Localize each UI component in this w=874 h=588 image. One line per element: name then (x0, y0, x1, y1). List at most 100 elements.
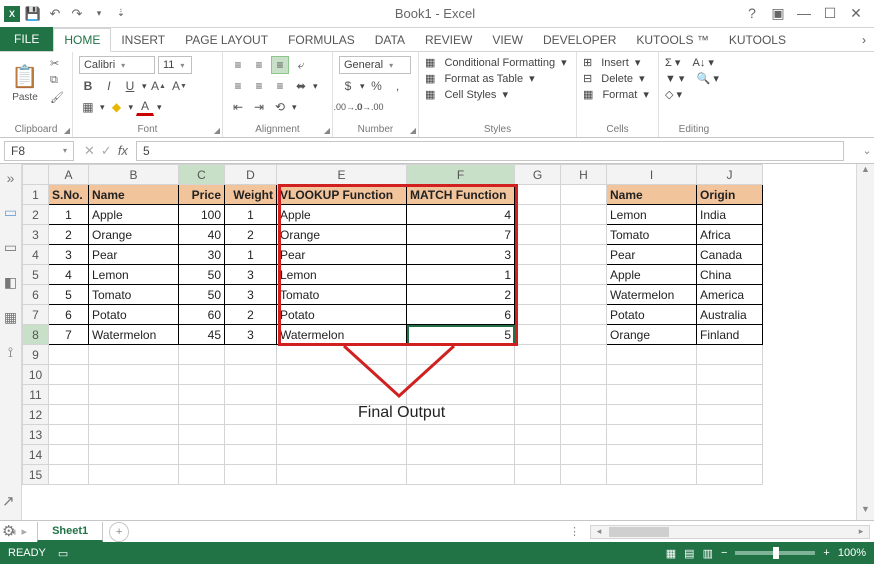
cell-B6[interactable]: Tomato (89, 285, 179, 305)
cell-A9[interactable] (49, 345, 89, 365)
cell-G11[interactable] (515, 385, 561, 405)
cell-C14[interactable] (179, 445, 225, 465)
fill-color-icon[interactable]: ◆ (108, 98, 126, 116)
col-header-C[interactable]: C (179, 165, 225, 185)
cell-H14[interactable] (561, 445, 607, 465)
row-header-12[interactable]: 12 (23, 405, 49, 425)
cell-F5[interactable]: 1 (407, 265, 515, 285)
cell-I3[interactable]: Tomato (607, 225, 697, 245)
cell-J6[interactable]: America (697, 285, 763, 305)
underline-button[interactable]: U (121, 77, 139, 95)
cell-B10[interactable] (89, 365, 179, 385)
tab-formulas[interactable]: FORMULAS (278, 29, 365, 51)
cell-D8[interactable]: 3 (225, 325, 277, 345)
cell-F9[interactable] (407, 345, 515, 365)
cell-C12[interactable] (179, 405, 225, 425)
dialog-launcher-icon[interactable]: ◢ (214, 126, 220, 135)
cell-E2[interactable]: Apple (277, 205, 407, 225)
redo-icon[interactable]: ↷ (68, 5, 86, 23)
cell-F15[interactable] (407, 465, 515, 485)
cell-A6[interactable]: 5 (49, 285, 89, 305)
cell-G3[interactable] (515, 225, 561, 245)
cell-A12[interactable] (49, 405, 89, 425)
tab-pagelayout[interactable]: PAGE LAYOUT (175, 29, 278, 51)
cell-C1[interactable]: Price (179, 185, 225, 205)
cell-H6[interactable] (561, 285, 607, 305)
cell-H10[interactable] (561, 365, 607, 385)
cut-icon[interactable]: ✂ (48, 56, 66, 71)
cell-C3[interactable]: 40 (179, 225, 225, 245)
col-header-H[interactable]: H (561, 165, 607, 185)
cell-J2[interactable]: India (697, 205, 763, 225)
row-header-2[interactable]: 2 (23, 205, 49, 225)
sort-filter-icon[interactable]: A↓ ▾ (692, 56, 713, 69)
col-header-A[interactable]: A (49, 165, 89, 185)
pane-icon-1[interactable]: ▭ (4, 204, 17, 221)
cell-I6[interactable]: Watermelon (607, 285, 697, 305)
cell-B8[interactable]: Watermelon (89, 325, 179, 345)
cell-H9[interactable] (561, 345, 607, 365)
shrink-font-icon[interactable]: A▼ (171, 77, 189, 95)
cell-G4[interactable] (515, 245, 561, 265)
cell-H4[interactable] (561, 245, 607, 265)
undo-icon[interactable]: ↶ (46, 5, 64, 23)
cell-I1[interactable]: Name (607, 185, 697, 205)
col-header-I[interactable]: I (607, 165, 697, 185)
cell-B15[interactable] (89, 465, 179, 485)
spreadsheet-grid[interactable]: ABCDEFGHIJ1S.No.NamePriceWeightVLOOKUP F… (22, 164, 856, 520)
formula-input[interactable]: 5 (136, 141, 844, 161)
cell-F13[interactable] (407, 425, 515, 445)
zoom-level[interactable]: 100% (838, 547, 866, 559)
fill-icon[interactable]: ▼ ▾ (665, 72, 684, 85)
grow-font-icon[interactable]: A▲ (150, 77, 168, 95)
cell-B14[interactable] (89, 445, 179, 465)
row-header-10[interactable]: 10 (23, 365, 49, 385)
cell-A14[interactable] (49, 445, 89, 465)
cell-H1[interactable] (561, 185, 607, 205)
cell-G7[interactable] (515, 305, 561, 325)
cell-B12[interactable] (89, 405, 179, 425)
cell-A3[interactable]: 2 (49, 225, 89, 245)
col-header-B[interactable]: B (89, 165, 179, 185)
dialog-launcher-icon[interactable]: ◢ (410, 126, 416, 135)
dialog-launcher-icon[interactable]: ◢ (64, 126, 70, 135)
cell-I9[interactable] (607, 345, 697, 365)
qat-overflow-icon[interactable]: ⇣ (112, 5, 130, 23)
save-icon[interactable]: 💾 (24, 5, 42, 23)
cell-F6[interactable]: 2 (407, 285, 515, 305)
row-header-15[interactable]: 15 (23, 465, 49, 485)
cell-A13[interactable] (49, 425, 89, 445)
zoom-in-icon[interactable]: + (823, 547, 829, 559)
tab-overflow-icon[interactable]: › (852, 29, 874, 51)
row-header-3[interactable]: 3 (23, 225, 49, 245)
cell-G1[interactable] (515, 185, 561, 205)
cell-A1[interactable]: S.No. (49, 185, 89, 205)
cell-D3[interactable]: 2 (225, 225, 277, 245)
add-sheet-button[interactable]: + (109, 522, 129, 542)
cell-I4[interactable]: Pear (607, 245, 697, 265)
cell-B3[interactable]: Orange (89, 225, 179, 245)
cell-I8[interactable]: Orange (607, 325, 697, 345)
wrap-text-icon[interactable]: ⤶ (292, 56, 310, 74)
cell-G9[interactable] (515, 345, 561, 365)
cell-B2[interactable]: Apple (89, 205, 179, 225)
cell-A2[interactable]: 1 (49, 205, 89, 225)
cell-F4[interactable]: 3 (407, 245, 515, 265)
cell-E11[interactable] (277, 385, 407, 405)
tab-review[interactable]: REVIEW (415, 29, 482, 51)
cell-J7[interactable]: Australia (697, 305, 763, 325)
cell-I10[interactable] (607, 365, 697, 385)
copy-icon[interactable]: ⧉ (48, 73, 66, 88)
tab-kutoolstm[interactable]: KUTOOLS ™ (626, 29, 718, 51)
cell-C4[interactable]: 30 (179, 245, 225, 265)
cell-F1[interactable]: MATCH Function (407, 185, 515, 205)
row-header-9[interactable]: 9 (23, 345, 49, 365)
tab-developer[interactable]: DEVELOPER (533, 29, 626, 51)
cell-E5[interactable]: Lemon (277, 265, 407, 285)
view-normal-icon[interactable]: ▦ (666, 547, 676, 560)
expand-formula-bar-icon[interactable]: ⌄ (860, 144, 874, 157)
row-header-7[interactable]: 7 (23, 305, 49, 325)
cell-F8[interactable]: 5 (407, 325, 515, 345)
zoom-out-icon[interactable]: − (721, 547, 727, 559)
cell-G15[interactable] (515, 465, 561, 485)
